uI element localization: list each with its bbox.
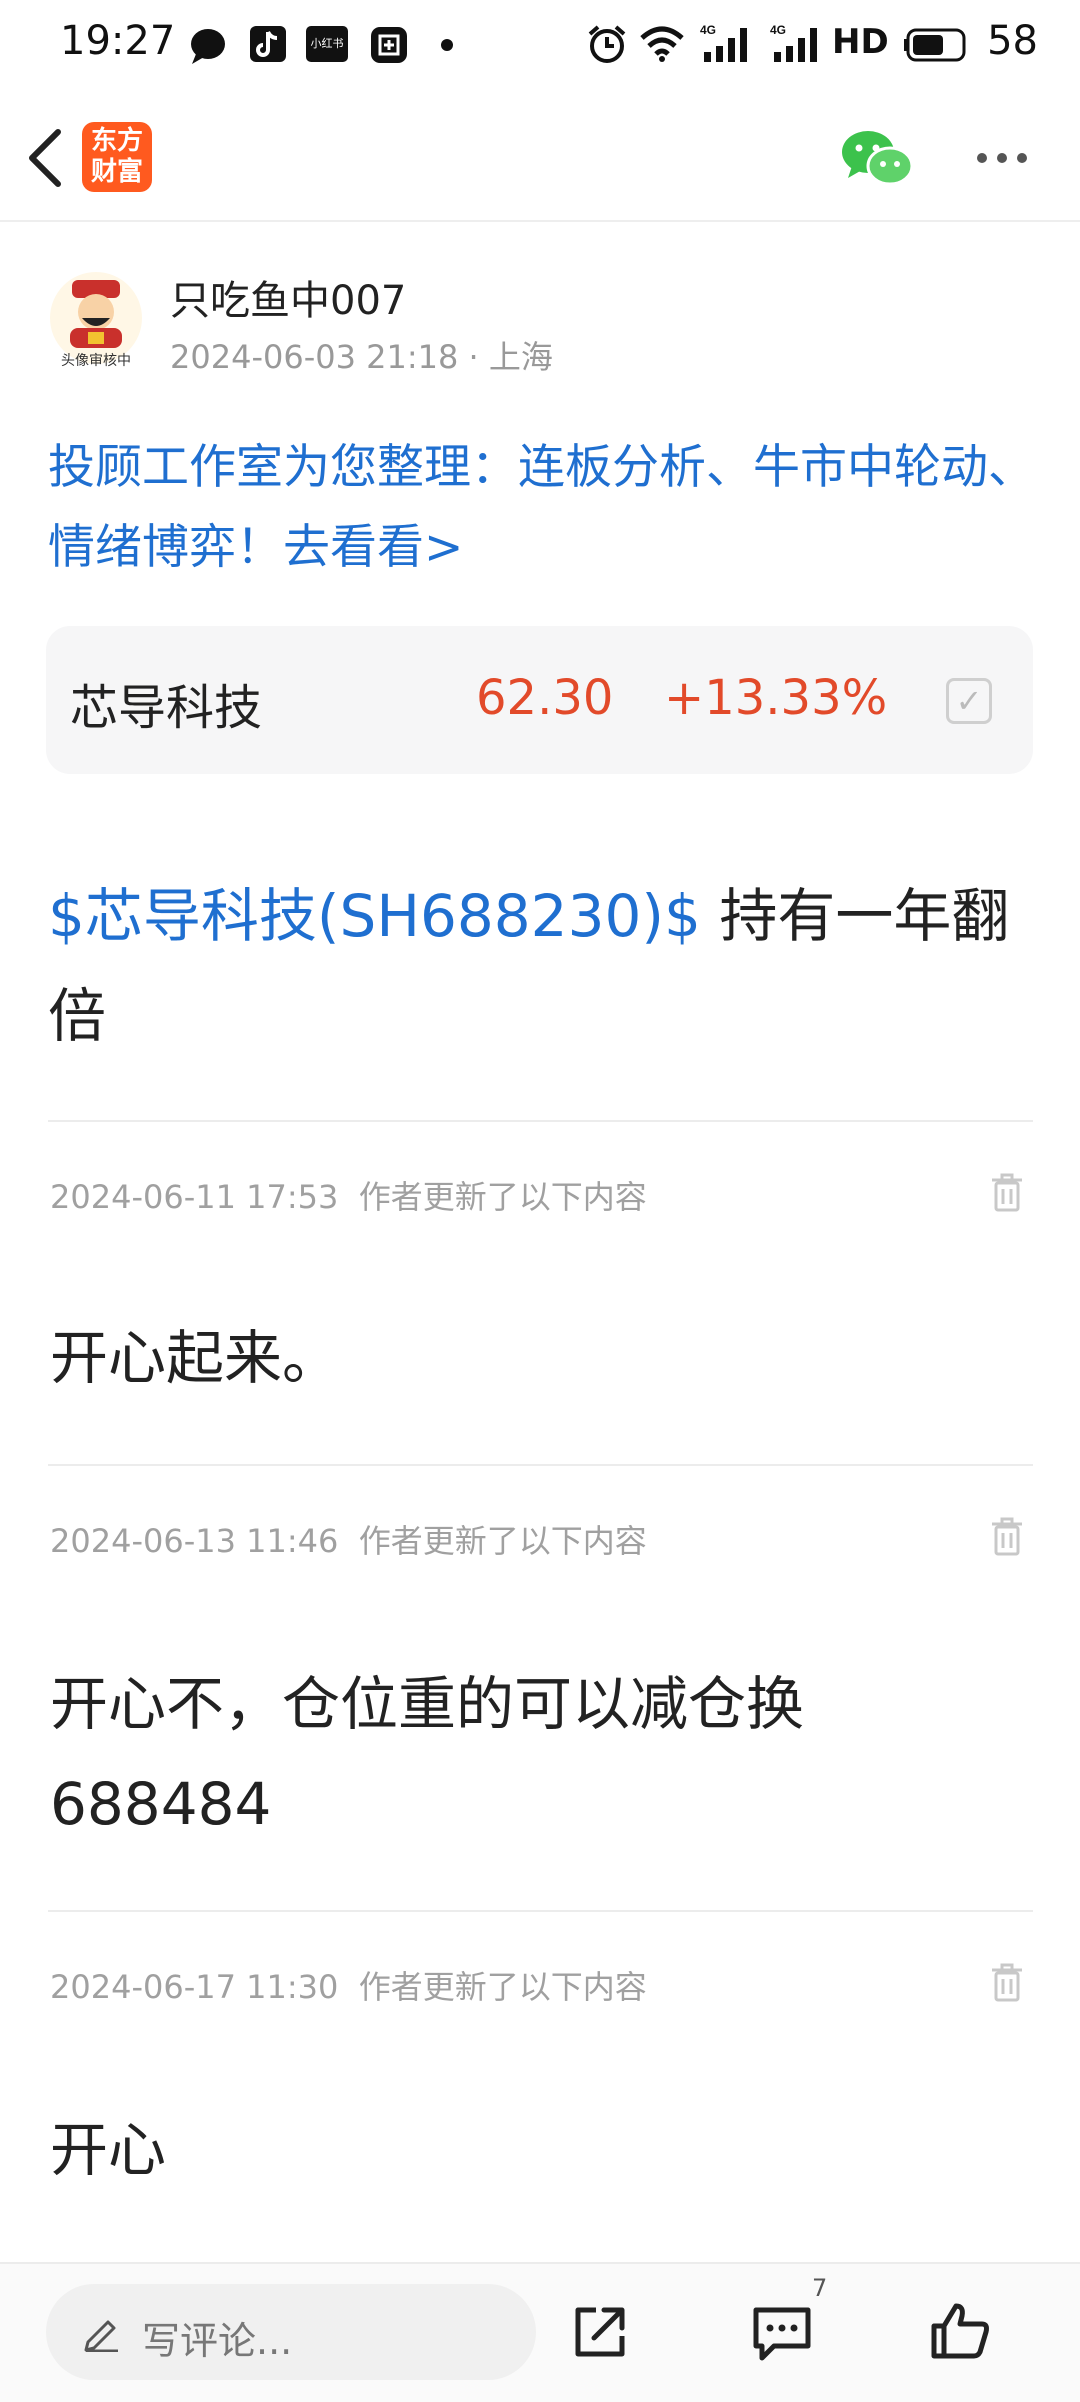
status-time: 19:27 <box>60 18 176 64</box>
tiktok-icon <box>250 26 286 62</box>
comment-count-badge: 7 <box>812 2274 828 2302</box>
meituan-icon <box>371 27 407 63</box>
share-icon[interactable] <box>572 2304 628 2360</box>
update-label: 作者更新了以下内容 <box>358 1522 647 1560</box>
wifi-icon <box>640 26 684 62</box>
post-date: 2024-06-03 21:18 <box>170 338 459 376</box>
pencil-icon <box>84 2320 118 2352</box>
bottom-action-bar: 写评论... 7 <box>0 2262 1080 2402</box>
update-label: 作者更新了以下内容 <box>358 1968 647 2006</box>
update-label: 作者更新了以下内容 <box>358 1178 647 1216</box>
stock-name: 芯导科技 <box>70 680 263 736</box>
divider <box>48 1464 1033 1466</box>
stock-tag-link[interactable]: $芯导科技(SH688230)$ <box>48 882 701 950</box>
trash-icon[interactable] <box>990 1516 1024 1556</box>
update-time: 2024-06-13 11:46 <box>50 1522 339 1560</box>
svg-text:4G: 4G <box>770 23 786 37</box>
update-text: 开心起来。 <box>50 1324 341 1392</box>
signal-4g-icon: 4G <box>770 23 817 62</box>
chat-bubble-icon <box>191 29 225 64</box>
update-text: 开心 <box>50 2116 167 2184</box>
like-icon[interactable] <box>930 2300 990 2362</box>
hd-icon: HD <box>832 22 889 62</box>
stock-price: 62.30 <box>476 670 614 726</box>
signal-4g-icon: 4G <box>700 23 747 62</box>
stock-card[interactable]: 芯导科技 62.30 +13.33% ✓ <box>46 626 1033 774</box>
trash-icon[interactable] <box>990 1962 1024 2002</box>
author-name[interactable]: 只吃鱼中007 <box>170 268 406 326</box>
update-time: 2024-06-11 17:53 <box>50 1178 339 1216</box>
update-meta: 2024-06-17 11:30 作者更新了以下内容 <box>50 1962 647 2008</box>
post-location: 上海 <box>488 338 553 376</box>
battery-level: 58 <box>987 18 1038 64</box>
divider <box>48 1120 1033 1122</box>
trash-icon[interactable] <box>990 1172 1024 1212</box>
meta-separator: · <box>468 338 489 376</box>
more-options-icon[interactable] <box>974 150 1030 166</box>
back-icon[interactable] <box>22 126 66 190</box>
battery-icon <box>904 28 966 62</box>
post-meta: 2024-06-03 21:18 · 上海 <box>170 332 553 378</box>
xiaohongshu-icon: 小红书 <box>306 26 348 62</box>
comment-placeholder: 写评论... <box>142 2319 293 2363</box>
stock-change: +13.33% <box>664 670 888 726</box>
dot-icon <box>441 39 453 51</box>
comment-icon[interactable] <box>752 2306 812 2362</box>
alarm-icon <box>588 25 626 63</box>
status-bar: 19:27 小红书 4G 4G HD 58 <box>0 0 1080 90</box>
divider <box>48 1910 1033 1912</box>
top-nav: 东方 财富 <box>0 100 1080 222</box>
avatar-caption: 头像审核中 <box>61 353 131 369</box>
svg-text:4G: 4G <box>700 23 716 37</box>
wechat-share-icon[interactable] <box>840 128 916 190</box>
post-title: $芯导科技(SH688230)$ 持有一年翻倍 <box>48 866 1038 1066</box>
update-time: 2024-06-17 11:30 <box>50 1968 339 2006</box>
update-meta: 2024-06-13 11:46 作者更新了以下内容 <box>50 1516 647 1562</box>
update-meta: 2024-06-11 17:53 作者更新了以下内容 <box>50 1172 647 1218</box>
promo-link[interactable]: 投顾工作室为您整理：连板分析、牛市中轮动、情绪博弈！去看看> <box>48 428 1038 588</box>
app-logo: 东方 财富 <box>82 122 152 192</box>
comment-input[interactable]: 写评论... <box>46 2284 536 2380</box>
update-text: 开心不，仓位重的可以减仓换688484 <box>50 1670 805 1838</box>
add-watchlist-checkbox[interactable]: ✓ <box>946 678 992 724</box>
